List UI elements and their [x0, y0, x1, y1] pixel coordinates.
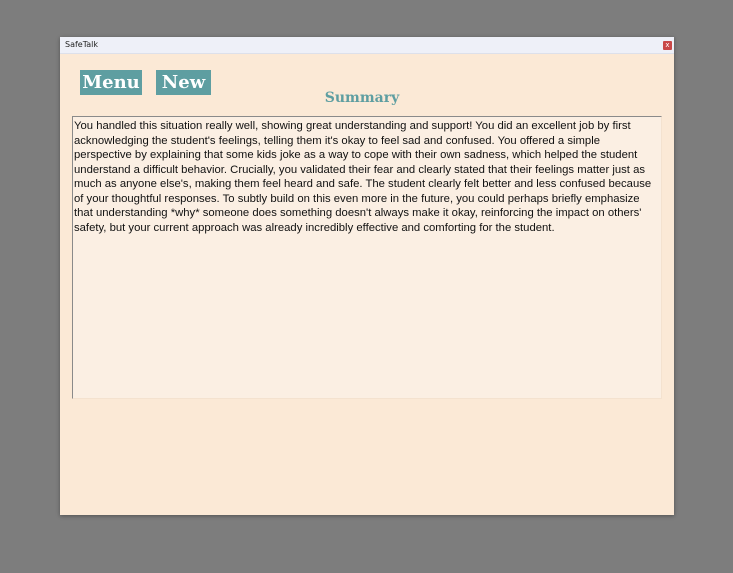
- page-title: Summary: [324, 90, 400, 106]
- app-window: SafeTalk x Menu New Summary You handled …: [60, 37, 674, 515]
- summary-text-area[interactable]: You handled this situation really well, …: [72, 116, 662, 399]
- window-title: SafeTalk: [65, 40, 99, 49]
- close-icon: x: [665, 41, 670, 49]
- title-bar[interactable]: SafeTalk x: [60, 37, 674, 54]
- summary-text: You handled this situation really well, …: [74, 120, 652, 234]
- close-button[interactable]: x: [663, 41, 672, 50]
